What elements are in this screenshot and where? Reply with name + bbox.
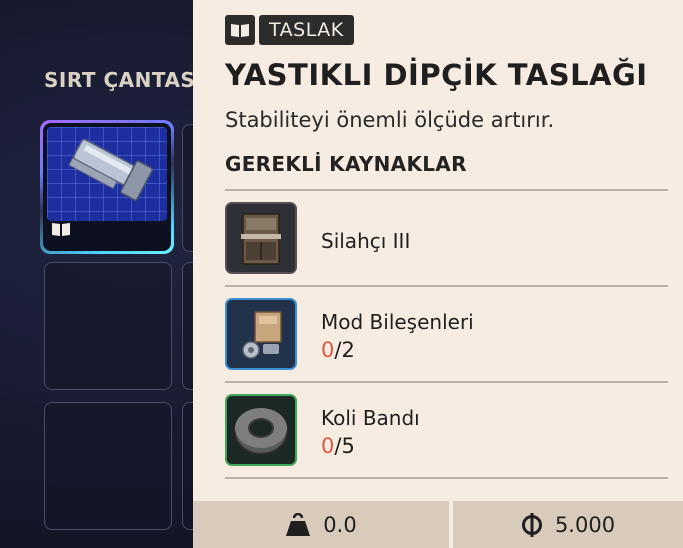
requirement-have: 0 (321, 338, 335, 362)
blueprint-book-icon (51, 221, 71, 241)
tooltip-footer: 0.0 5.000 (193, 501, 683, 548)
item-type-label: TASLAK (259, 15, 354, 45)
inventory-slot[interactable] (44, 402, 172, 530)
requirement-count: 0/2 (321, 338, 355, 362)
divider (225, 477, 668, 479)
weight-value: 0.0 (323, 512, 357, 537)
inventory-slot-selected[interactable] (40, 120, 174, 254)
weight-cell: 0.0 (193, 501, 449, 548)
requirement-row: Silahçı III (225, 202, 668, 278)
duct-tape-icon (225, 394, 297, 466)
requirements-heading: GEREKLİ KAYNAKLAR (225, 152, 467, 176)
item-type-tag: TASLAK (225, 15, 354, 45)
requirement-have: 0 (321, 434, 335, 458)
divider (225, 189, 668, 191)
workbench-icon (225, 202, 297, 274)
backpack-section-title: SIRT ÇANTASI (44, 68, 204, 92)
requirement-name: Silahçı III (321, 229, 411, 253)
requirement-need: /2 (334, 338, 355, 362)
price-cell: 5.000 (453, 501, 683, 548)
requirement-row: Koli Bandı 0/5 (225, 394, 668, 470)
item-tooltip-panel: TASLAK YASTIKLI DİPÇİK TASLAĞI Stabilite… (193, 0, 683, 548)
requirement-need: /5 (334, 434, 355, 458)
requirement-name: Koli Bandı (321, 406, 420, 430)
requirement-count: 0/5 (321, 434, 355, 458)
requirement-row: Mod Bileşenleri 0/2 (225, 298, 668, 374)
divider (225, 381, 668, 383)
inventory-slot[interactable] (44, 262, 172, 390)
slot-inner (43, 123, 171, 251)
requirement-name: Mod Bileşenleri (321, 310, 474, 334)
blueprint-thumbnail (47, 127, 167, 221)
padded-stock-icon (68, 138, 154, 201)
divider (225, 285, 668, 287)
mod-components-icon (225, 298, 297, 370)
price-value: 5.000 (554, 512, 616, 537)
currency-icon (521, 512, 542, 537)
book-icon (225, 15, 255, 45)
item-title: YASTIKLI DİPÇİK TASLAĞI (225, 58, 648, 92)
weight-icon (286, 512, 311, 536)
item-description: Stabiliteyi önemli ölçüde artırır. (225, 108, 555, 132)
